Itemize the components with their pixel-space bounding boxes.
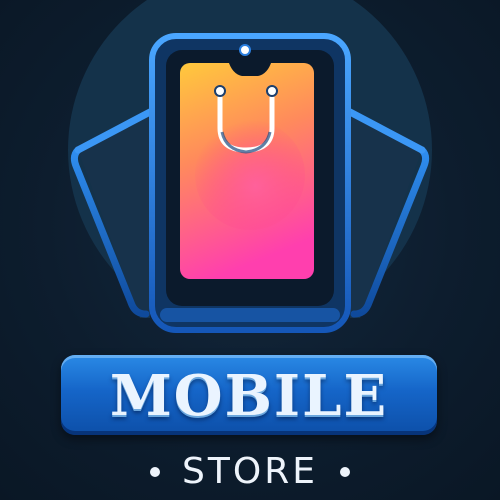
bullet-dot-icon <box>339 467 350 477</box>
mobile-store-logo: MOBILE STORE <box>0 0 500 500</box>
main-phone-icon <box>149 33 351 333</box>
brand-subtitle: STORE <box>182 451 318 492</box>
title-banner: MOBILE <box>61 355 437 435</box>
bullet-dot-icon <box>150 467 161 477</box>
subtitle-row: STORE <box>0 450 500 494</box>
brand-title: MOBILE <box>109 363 389 429</box>
